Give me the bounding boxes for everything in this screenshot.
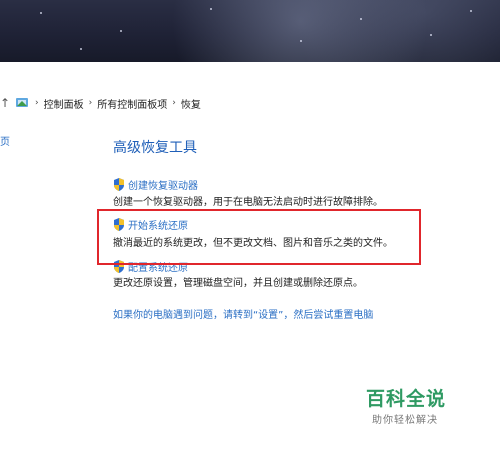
star (470, 10, 472, 12)
page-title: 高级恢复工具 (113, 140, 197, 156)
desktop-wallpaper (0, 0, 500, 62)
breadcrumb-recovery[interactable]: 恢复 (181, 96, 201, 111)
control-panel-icon (16, 98, 28, 107)
create-recovery-drive-desc: 创建一个恢复驱动器，用于在电脑无法启动时进行故障排除。 (113, 197, 383, 208)
breadcrumb-all-items[interactable]: 所有控制面板项 (97, 96, 167, 111)
watermark-title: 百科全说 (366, 388, 447, 410)
star (210, 8, 212, 10)
reset-pc-settings-link[interactable]: 如果你的电脑遇到问题，请转到“设置”，然后尝试重置电脑 (113, 306, 373, 321)
star (40, 12, 42, 14)
star (300, 40, 302, 42)
chevron-right-icon: › (35, 98, 39, 108)
chevron-right-icon: › (88, 98, 93, 108)
configure-system-restore-desc: 更改还原设置，管理磁盘空间，并且创建或删除还原点。 (113, 278, 363, 289)
sidebar-link-partial[interactable]: 页 (0, 133, 10, 148)
star (360, 18, 362, 20)
up-arrow-icon[interactable]: ↑ (0, 97, 10, 109)
address-bar[interactable]: ↑ › 控制面板 › 所有控制面板项 › 恢复 (0, 92, 500, 114)
star (80, 48, 82, 50)
star (120, 30, 122, 32)
uac-shield-icon (114, 178, 124, 191)
breadcrumb-control-panel[interactable]: 控制面板 (44, 96, 84, 111)
chevron-right-icon: › (172, 98, 176, 108)
create-recovery-drive-link[interactable]: 创建恢复驱动器 (113, 177, 198, 192)
watermark-subtitle: 助你轻松解决 (372, 415, 438, 426)
create-recovery-drive-label: 创建恢复驱动器 (128, 181, 198, 192)
star (430, 34, 432, 36)
highlight-annotation-box (97, 209, 421, 265)
window-frame (0, 62, 500, 80)
